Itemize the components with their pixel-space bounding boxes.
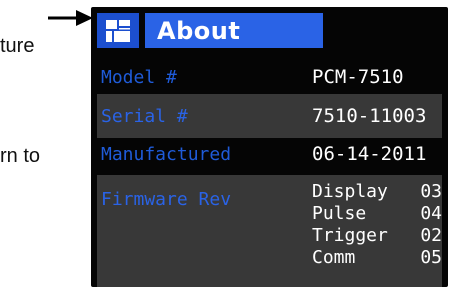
firmware-item: Display 03 bbox=[312, 181, 442, 203]
firmware-item-name: Pulse bbox=[312, 203, 367, 224]
firmware-item-name: Trigger bbox=[312, 225, 388, 246]
serial-label: Serial # bbox=[101, 105, 188, 127]
firmware-item-name: Display bbox=[312, 181, 388, 202]
model-label: Model # bbox=[101, 66, 177, 88]
title-label: About bbox=[145, 13, 323, 48]
info-row-model: Model # PCM-7510 bbox=[97, 55, 442, 99]
firmware-item-version: 02 bbox=[420, 225, 442, 246]
info-row-serial: Serial # 7510-11003 bbox=[97, 94, 442, 138]
page: ture rn to About Model # PCM-7510 Serial… bbox=[0, 0, 471, 290]
model-value: PCM-7510 bbox=[312, 66, 404, 88]
app-grid-icon[interactable] bbox=[97, 13, 139, 48]
title-bar: About bbox=[97, 13, 442, 48]
firmware-item-version: 04 bbox=[420, 203, 442, 224]
device-screen: About Model # PCM-7510 Serial # 7510-110… bbox=[91, 7, 448, 287]
info-row-manufactured: Manufactured 06-14-2011 bbox=[97, 135, 442, 173]
firmware-label: Firmware Rev bbox=[101, 189, 232, 210]
doc-text-fragment: rn to bbox=[0, 145, 41, 167]
firmware-item: Pulse 04 bbox=[312, 203, 442, 225]
firmware-item: Trigger 02 bbox=[312, 225, 442, 247]
manufactured-label: Manufactured bbox=[101, 143, 232, 165]
firmware-item: Comm 05 bbox=[312, 247, 442, 269]
pointer-arrow-icon bbox=[48, 10, 93, 26]
firmware-item-version: 05 bbox=[420, 247, 442, 268]
firmware-item-name: Comm bbox=[312, 247, 356, 268]
manufactured-value: 06-14-2011 bbox=[312, 143, 427, 165]
firmware-list: Display 03 Pulse 04 Trigger 02 Comm 05 bbox=[312, 175, 442, 269]
doc-text-fragment: ture bbox=[0, 35, 35, 57]
page-title: About bbox=[157, 16, 241, 45]
serial-value: 7510-11003 bbox=[312, 105, 427, 127]
info-row-firmware: Firmware Rev Display 03 Pulse 04 Trigger… bbox=[97, 175, 442, 287]
firmware-item-version: 03 bbox=[420, 181, 442, 202]
